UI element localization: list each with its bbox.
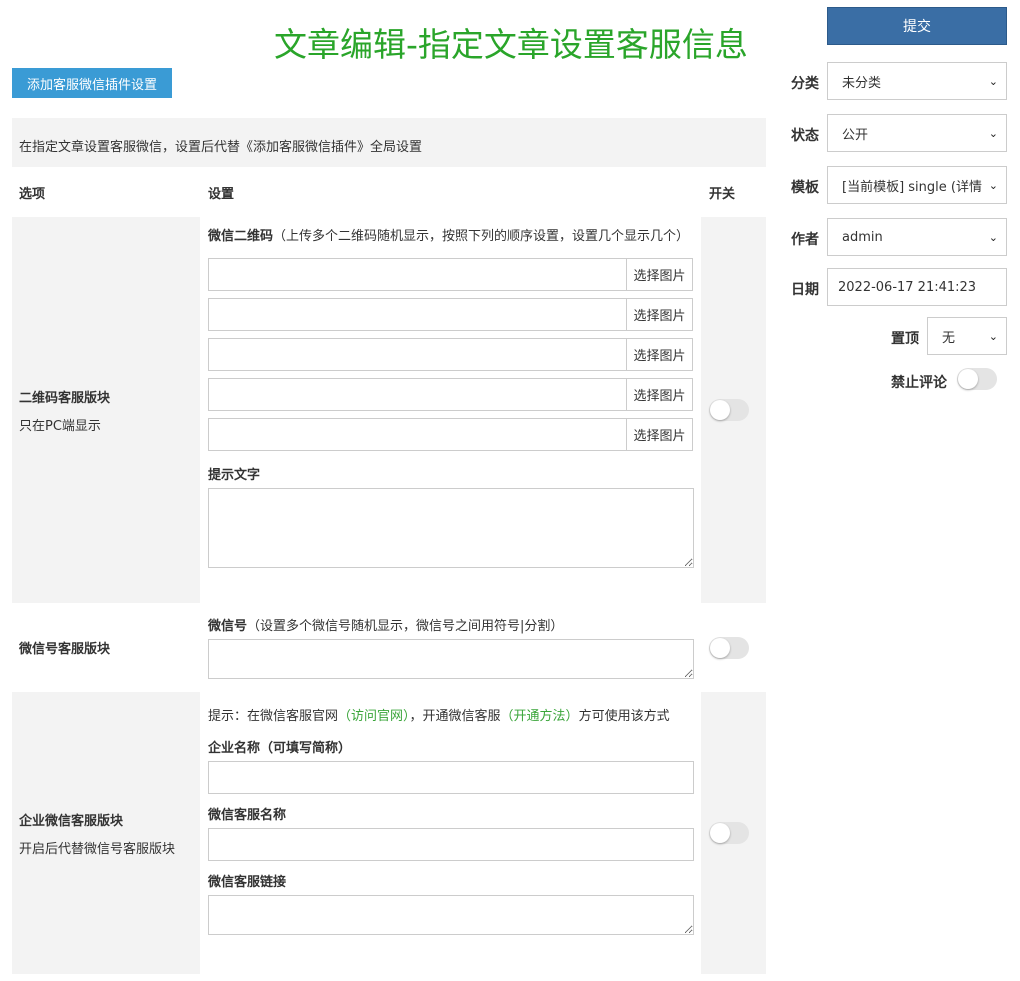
- wechat-block-title: 微信号客服版块: [19, 642, 111, 657]
- template-select[interactable]: [当前模板] single (详情 ⌄: [827, 166, 1007, 204]
- status-select[interactable]: 公开 ⌄: [827, 114, 1007, 152]
- company-name-input[interactable]: [208, 761, 694, 794]
- service-link-label: 微信客服链接: [208, 875, 287, 890]
- qr-image-input[interactable]: [209, 339, 626, 370]
- work-tip: 提示：在微信客服官网（访问官网），开通微信客服（开通方法）方可使用该方式: [208, 709, 670, 724]
- sticky-label: 置顶: [891, 331, 919, 347]
- chevron-down-icon: ⌄: [988, 126, 998, 140]
- tip-text-label: 提示文字: [208, 468, 261, 483]
- wechat-id-service-block: 微信号客服版块 微信号（设置多个微信号随机显示，微信号之间用符号|分割）: [12, 603, 766, 692]
- work-block-sub: 开启后代替微信号客服版块: [19, 841, 176, 857]
- no-comment-toggle[interactable]: [957, 368, 997, 390]
- category-select[interactable]: 未分类 ⌄: [827, 62, 1007, 100]
- page-title: 文章编辑-指定文章设置客服信息: [274, 25, 748, 64]
- work-block-title: 企业微信客服版块: [19, 813, 124, 829]
- submit-button[interactable]: 提交: [827, 7, 1007, 45]
- chevron-down-icon: ⌄: [988, 329, 998, 343]
- header-setting: 设置: [208, 186, 235, 202]
- choose-image-button[interactable]: 选择图片: [626, 299, 692, 330]
- chevron-down-icon: ⌄: [988, 230, 998, 244]
- notice-text: 在指定文章设置客服微信，设置后代替《添加客服微信插件》全局设置: [12, 118, 766, 167]
- qr-service-block: 二维码客服版块 只在PC端显示 微信二维码（上传多个二维码随机显示，按照下列的顺…: [12, 217, 766, 603]
- service-name-label: 微信客服名称: [208, 808, 287, 823]
- service-link-textarea[interactable]: [208, 895, 694, 935]
- status-label: 状态: [791, 128, 819, 144]
- chevron-down-icon: ⌄: [988, 178, 998, 192]
- date-input[interactable]: 2022-06-17 21:41:23: [827, 268, 1007, 306]
- choose-image-button[interactable]: 选择图片: [626, 419, 692, 450]
- work-wechat-service-block: 企业微信客服版块 开启后代替微信号客服版块 提示：在微信客服官网（访问官网），开…: [12, 692, 766, 974]
- author-label: 作者: [791, 232, 819, 248]
- wechat-block-toggle[interactable]: [709, 636, 749, 659]
- qr-image-row: 选择图片: [208, 418, 693, 451]
- open-method-link[interactable]: （开通方法）: [501, 709, 579, 724]
- no-comment-label: 禁止评论: [891, 375, 947, 391]
- header-switch: 开关: [709, 186, 736, 202]
- toggle-knob: [710, 400, 730, 420]
- toggle-knob: [710, 823, 730, 843]
- choose-image-button[interactable]: 选择图片: [626, 259, 692, 290]
- table-header: 选项 设置 开关: [12, 167, 766, 217]
- service-name-input[interactable]: [208, 828, 694, 861]
- chevron-down-icon: ⌄: [988, 74, 998, 88]
- wechat-field-label: 微信号（设置多个微信号随机显示，微信号之间用符号|分割）: [208, 619, 564, 634]
- qr-image-row: 选择图片: [208, 298, 693, 331]
- header-option: 选项: [19, 186, 46, 202]
- choose-image-button[interactable]: 选择图片: [626, 339, 692, 370]
- qr-block-sub: 只在PC端显示: [19, 418, 101, 434]
- author-select[interactable]: admin ⌄: [827, 218, 1007, 256]
- qr-block-title: 二维码客服版块: [19, 390, 111, 406]
- toggle-knob: [710, 637, 730, 658]
- qr-image-input[interactable]: [209, 259, 626, 290]
- date-label: 日期: [791, 282, 819, 298]
- qr-image-input[interactable]: [209, 299, 626, 330]
- qr-image-input[interactable]: [209, 379, 626, 410]
- sticky-select[interactable]: 无 ⌄: [927, 317, 1007, 355]
- tip-text-textarea[interactable]: [208, 488, 694, 568]
- qr-image-input[interactable]: [209, 419, 626, 450]
- choose-image-button[interactable]: 选择图片: [626, 379, 692, 410]
- qr-image-row: 选择图片: [208, 258, 693, 291]
- qr-block-toggle[interactable]: [709, 399, 749, 421]
- visit-site-link[interactable]: （访问官网）: [338, 709, 410, 724]
- company-name-label: 企业名称（可填写简称）: [208, 741, 352, 756]
- category-label: 分类: [791, 76, 819, 92]
- qr-field-label: 微信二维码（上传多个二维码随机显示，按照下列的顺序设置，设置几个显示几个）: [208, 229, 690, 244]
- wechat-id-textarea[interactable]: [208, 639, 694, 679]
- qr-image-row: 选择图片: [208, 338, 693, 371]
- settings-table: 在指定文章设置客服微信，设置后代替《添加客服微信插件》全局设置 选项 设置 开关…: [12, 118, 766, 974]
- work-block-toggle[interactable]: [709, 822, 749, 844]
- template-label: 模板: [791, 180, 819, 196]
- toggle-knob: [958, 369, 978, 389]
- add-wechat-plugin-settings-button[interactable]: 添加客服微信插件设置: [12, 68, 172, 98]
- qr-image-row: 选择图片: [208, 378, 693, 411]
